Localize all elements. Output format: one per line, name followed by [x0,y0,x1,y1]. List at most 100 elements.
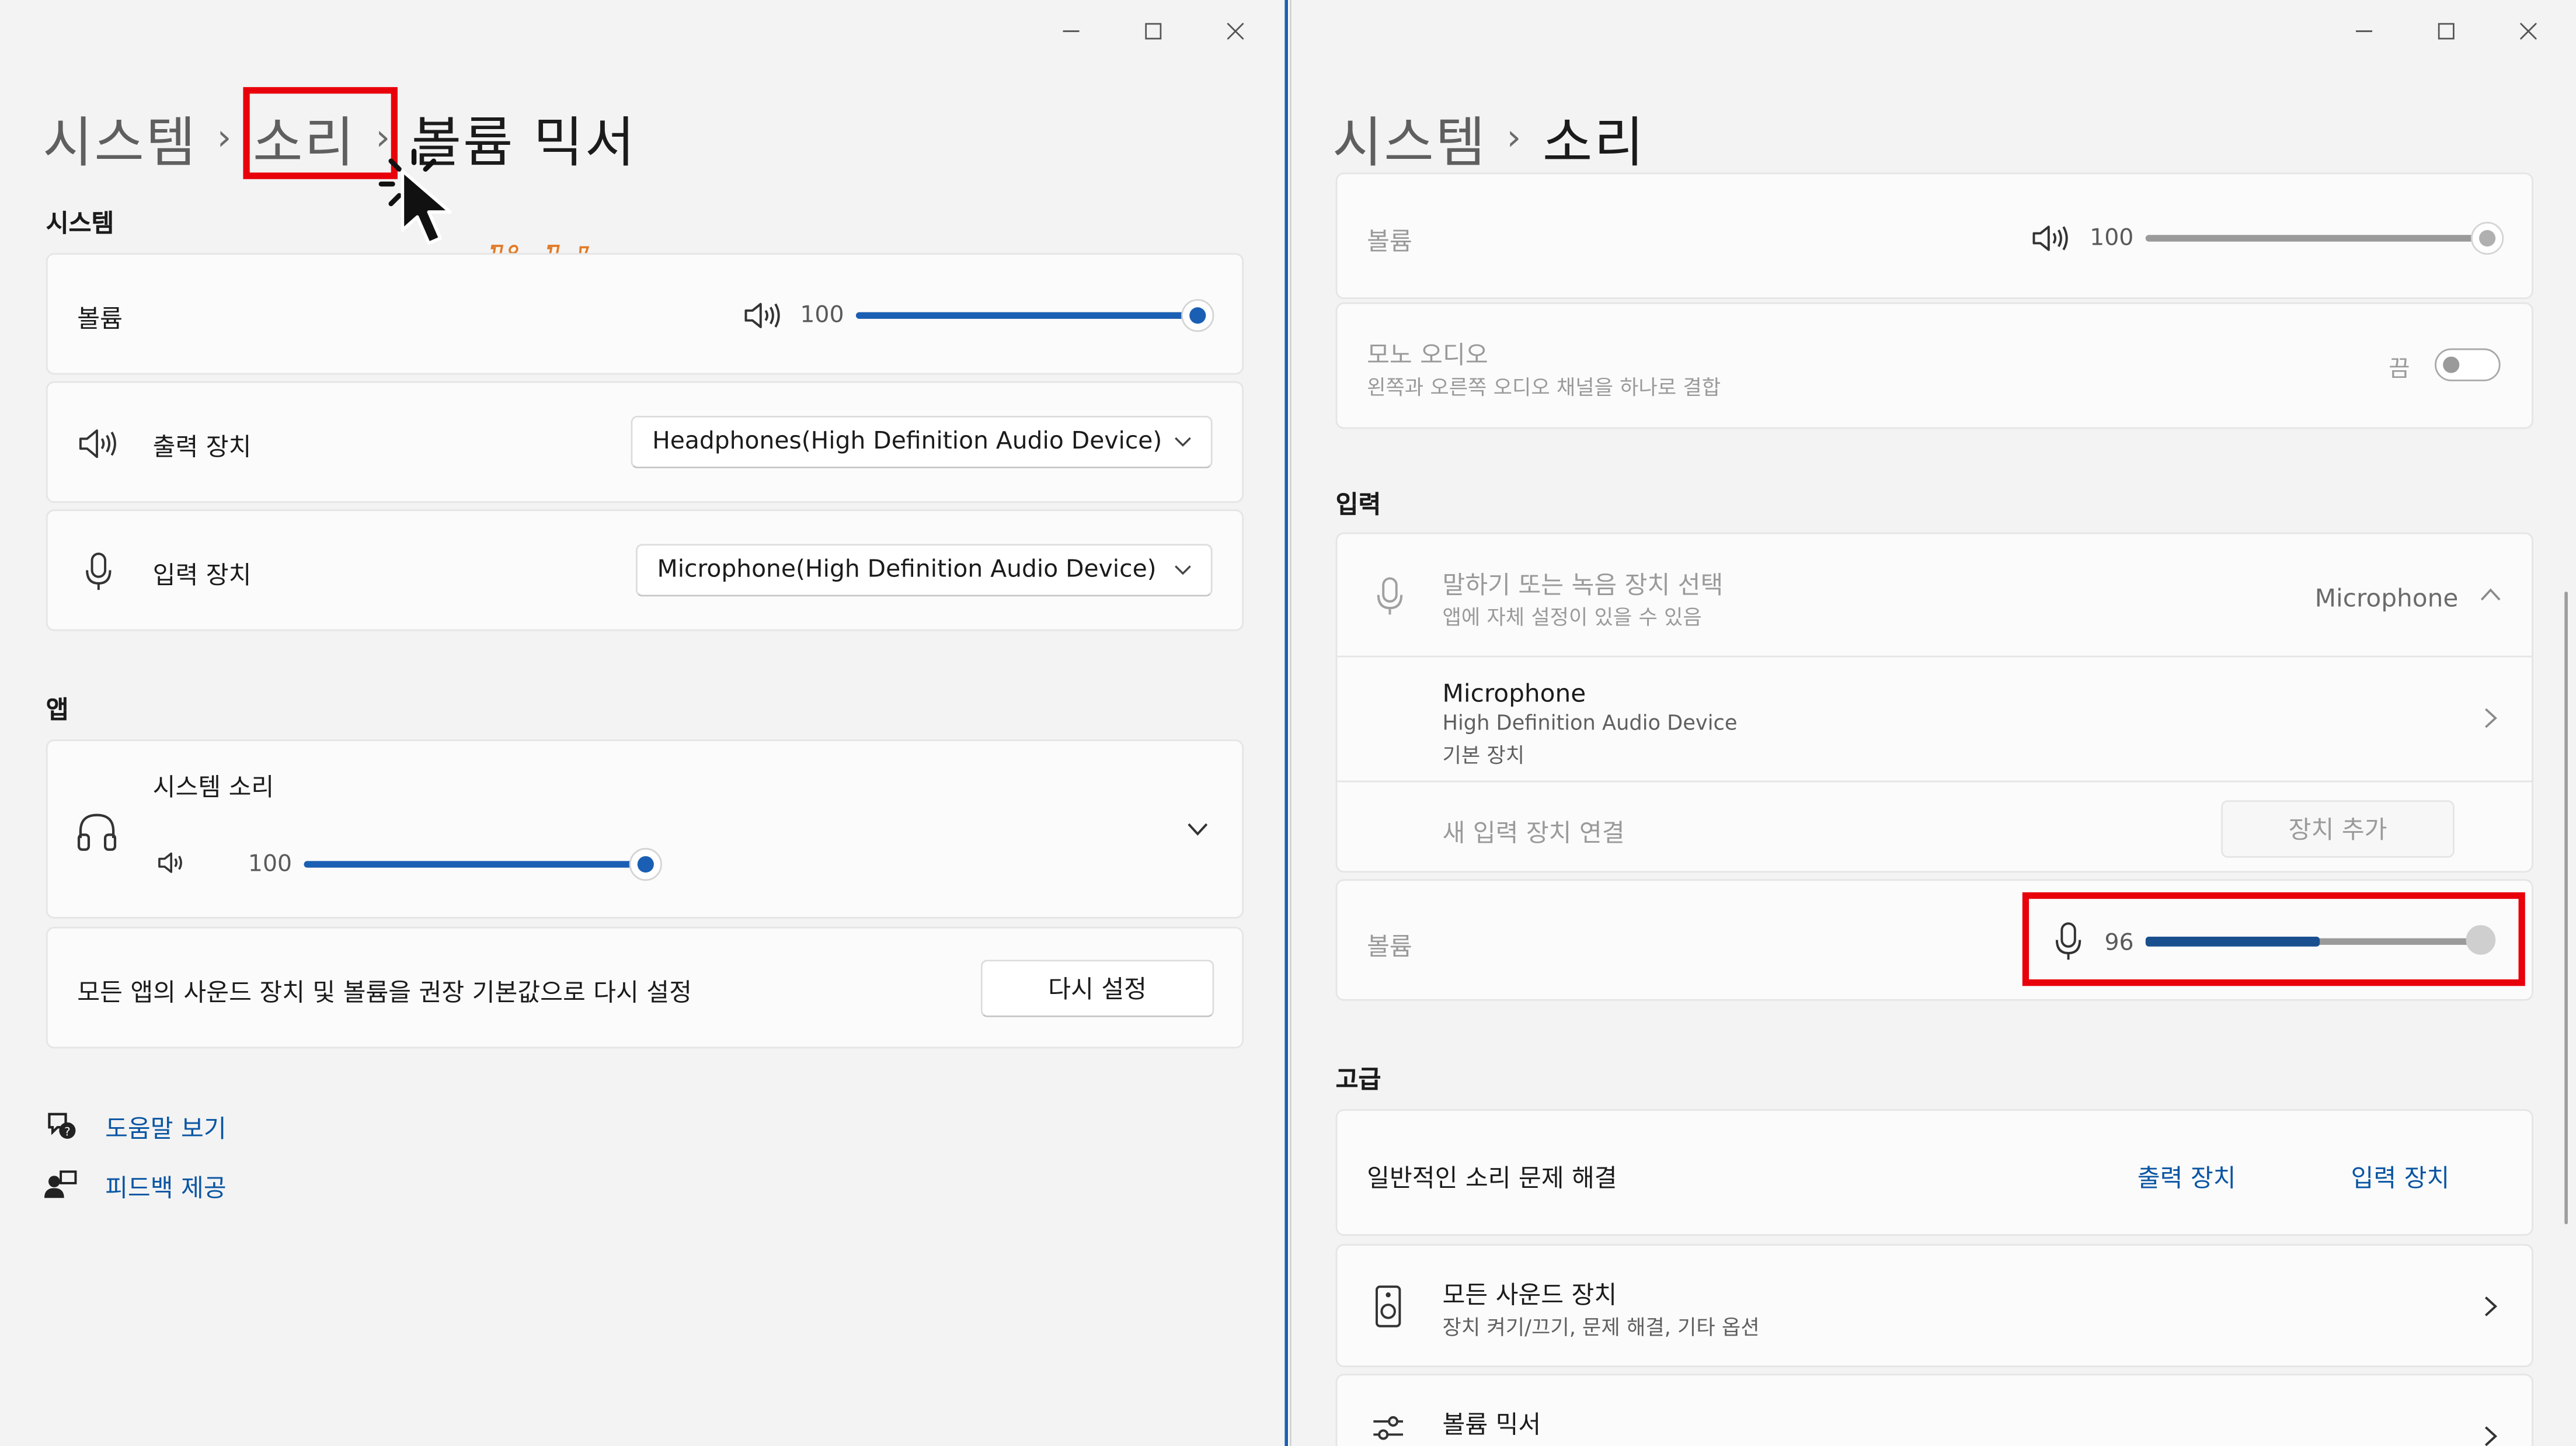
output-device-card: 출력 장치 Headphones(High Definition Audio D… [46,381,1244,503]
breadcrumb-separator: › [1506,117,1523,159]
mono-audio-toggle[interactable] [2435,348,2501,381]
minimize-button[interactable] [1035,13,1108,50]
chevron-right-icon [2484,1296,2497,1316]
troubleshoot-output-link[interactable]: 출력 장치 [2138,1160,2236,1195]
speaker-icon[interactable] [743,299,782,332]
output-volume-value: 100 [2090,225,2134,252]
add-device-button[interactable]: 장치 추가 [2221,800,2455,858]
close-button[interactable] [2493,13,2565,50]
choose-input-desc: 앱에 자체 설정이 있을 수 있음 [1442,604,1702,630]
all-sound-devices-card[interactable]: 모든 사운드 장치 장치 켜기/끄기, 문제 해결, 기타 옵션 [1335,1244,2533,1368]
section-apps: 앱 [46,695,69,725]
help-icon: ? [48,1113,76,1139]
mono-audio-desc: 왼쪽과 오른쪽 오디오 채널을 하나로 결합 [1367,374,1721,399]
input-volume-label: 볼륨 [1367,931,1412,962]
output-volume-slider-fill [2145,235,2488,242]
svg-text:?: ? [64,1125,70,1138]
system-sounds-slider-fill [304,861,646,868]
troubleshoot-card: 일반적인 소리 문제 해결 출력 장치 입력 장치 [1335,1109,2533,1236]
breadcrumb-system[interactable]: 시스템 [1332,99,1487,178]
highlight-box [2022,892,2525,986]
divider [1337,780,2532,783]
chevron-right-icon [2484,1426,2497,1446]
section-input: 입력 [1335,489,1381,520]
reset-button[interactable]: 다시 설정 [980,960,1214,1017]
feedback-link[interactable]: 피드백 제공 [105,1170,227,1204]
breadcrumb-separator: › [217,117,234,159]
system-sounds-card: 시스템 소리 100 [46,739,1244,919]
all-sound-devices-desc: 장치 켜기/끄기, 문제 해결, 기타 옵션 [1442,1315,1760,1340]
section-system: 시스템 [46,208,114,239]
output-device-value: Headphones(High Definition Audio Device) [652,429,1162,456]
volume-slider-fill [855,312,1198,319]
maximize-button[interactable] [2410,13,2483,50]
input-device-label: 입력 장치 [152,560,252,590]
output-device-label: 출력 장치 [152,432,252,462]
speaker-icon[interactable] [2031,222,2070,255]
device-status: 기본 장치 [1442,742,1525,768]
output-volume-card: 볼륨 100 [1335,172,2533,300]
choose-input-value[interactable]: Microphone [2315,583,2459,613]
choose-input-title: 말하기 또는 녹음 장치 선택 [1442,570,1724,600]
volume-mixer-title: 볼륨 믹서 [1442,1410,1541,1440]
chevron-right-icon[interactable] [2484,708,2497,728]
chevron-down-icon [1175,437,1191,447]
breadcrumb-system[interactable]: 시스템 [43,99,197,178]
microphone-icon [86,552,112,590]
input-device-card: 입력 장치 Microphone(High Definition Audio D… [46,509,1244,631]
chevron-up-icon[interactable] [2480,588,2501,602]
volume-label: 볼륨 [77,304,123,334]
mixer-icon [1373,1416,1403,1440]
input-device-expander: 말하기 또는 녹음 장치 선택 앱에 자체 설정이 있을 수 있음 Microp… [1335,532,2533,873]
chevron-down-icon[interactable] [1188,823,1208,837]
mono-audio-title: 모노 오디오 [1367,340,1488,370]
output-device-dropdown[interactable]: Headphones(High Definition Audio Device) [631,415,1213,468]
speaker-icon[interactable] [156,850,189,876]
speaker-device-icon [1375,1285,1401,1327]
divider [1337,655,2532,658]
sound-settings-window: 시스템 › 소리 볼륨 100 모노 오디오 왼쪽과 오른쪽 오디오 채널을 하… [1289,0,2576,1446]
speaker-icon [79,429,116,458]
help-link[interactable]: 도움말 보기 [105,1111,227,1145]
all-sound-devices-title: 모든 사운드 장치 [1442,1280,1617,1310]
breadcrumb: 시스템 › 소리 [1332,99,1645,178]
window-controls [1035,13,1272,50]
system-sounds-slider[interactable] [304,847,662,881]
troubleshoot-label: 일반적인 소리 문제 해결 [1367,1163,1617,1193]
mono-audio-state: 끔 [2389,356,2410,383]
system-sounds-value: 100 [248,851,293,878]
headphones-icon [77,814,117,851]
scrollbar[interactable] [2564,591,2568,1225]
page-title: 소리 [1542,110,1646,175]
feedback-icon [44,1170,77,1198]
volume-mixer-desc: 앱 볼륨 믹스, 앱 입력 및 출력 장치 [1443,1440,1740,1446]
output-volume-slider[interactable] [2145,221,2504,255]
volume-slider-thumb[interactable] [1181,299,1214,332]
mono-audio-card: 모노 오디오 왼쪽과 오른쪽 오디오 채널을 하나로 결합 끔 [1335,302,2533,429]
highlight-box [243,87,398,179]
volume-card: 볼륨 100 [46,253,1244,375]
volume-slider[interactable] [855,299,1214,332]
device-desc: High Definition Audio Device [1442,710,1738,735]
volume-value: 100 [800,302,844,329]
window-controls [2328,13,2564,50]
volume-mixer-window: 시스템 › 소리 › 볼륨 믹서 click! 시스템 볼륨 100 [0,0,1289,1446]
output-volume-label: 볼륨 [1367,227,1412,256]
close-button[interactable] [1199,13,1272,50]
maximize-button[interactable] [1117,13,1189,50]
microphone-icon [1377,577,1403,615]
reset-label: 모든 앱의 사운드 장치 및 볼륨을 권장 기본값으로 다시 설정 [77,978,692,1007]
section-advanced: 고급 [1335,1065,1381,1094]
output-volume-slider-thumb[interactable] [2470,221,2504,255]
pair-input-label: 새 입력 장치 연결 [1442,818,1625,848]
minimize-button[interactable] [2328,13,2400,50]
chevron-down-icon [1175,565,1191,575]
system-sounds-slider-thumb[interactable] [629,847,662,881]
device-name[interactable]: Microphone [1443,679,1586,708]
system-sounds-label: 시스템 소리 [152,772,274,802]
reset-card: 모든 앱의 사운드 장치 및 볼륨을 권장 기본값으로 다시 설정 다시 설정 [46,926,1244,1049]
troubleshoot-input-link[interactable]: 입력 장치 [2351,1160,2450,1195]
input-device-value: Microphone(High Definition Audio Device) [657,557,1157,583]
volume-mixer-card[interactable]: 볼륨 믹서 앱 볼륨 믹스, 앱 입력 및 출력 장치 [1335,1374,2533,1446]
input-device-dropdown[interactable]: Microphone(High Definition Audio Device) [635,544,1213,597]
